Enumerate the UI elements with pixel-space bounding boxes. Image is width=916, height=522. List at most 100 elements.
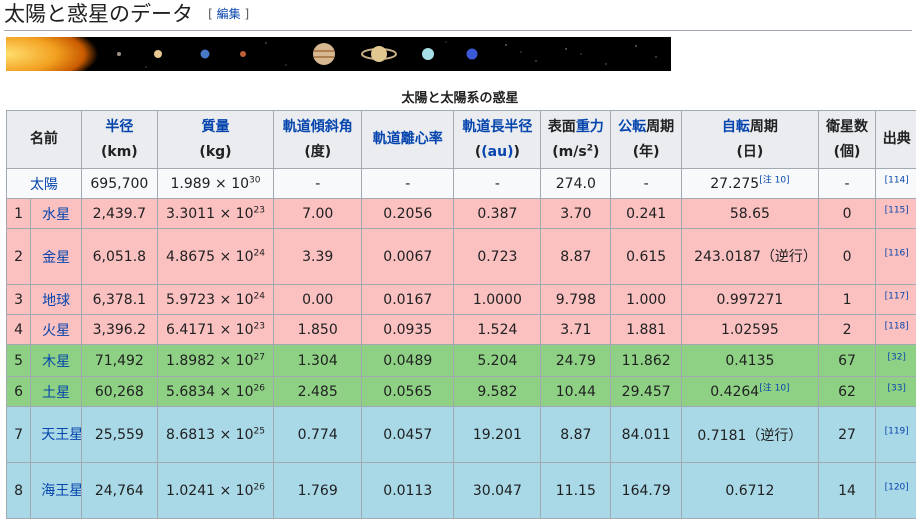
header-source[interactable]: 出典	[875, 110, 916, 169]
eccentricity-cell: 0.0489	[361, 344, 455, 377]
radius-cell: 71,492	[80, 344, 158, 377]
mass-exponent: 24	[253, 290, 265, 301]
semimajor-axis-link[interactable]: 軌道長半径	[458, 115, 536, 140]
planet-name-link[interactable]: 金星	[42, 250, 70, 266]
row-name-cell: 海王星	[30, 462, 82, 519]
table-row: 7 天王星 25,559 8.6813 × 1025 0.774 0.0457 …	[5, 406, 916, 463]
header-moons[interactable]: 衛星数 (個)	[817, 110, 877, 169]
planet-name-link[interactable]: 木星	[42, 354, 70, 370]
source-cell: [118]	[875, 314, 916, 345]
header-eccentricity[interactable]: 軌道離心率	[361, 110, 455, 169]
solar-system-illustration	[6, 37, 671, 71]
gravity-unit[interactable]: (m/s2)	[545, 140, 606, 165]
header-orbital-period[interactable]: 公転周期 (年)	[610, 110, 683, 169]
reference-link[interactable]: [115]	[885, 205, 909, 215]
header-semimajor-axis[interactable]: 軌道長半径 ((au))	[453, 110, 542, 169]
mass-link[interactable]: 質量	[162, 115, 269, 140]
radius-cell: 6,378.1	[80, 284, 158, 315]
reference-link[interactable]: [33]	[887, 383, 905, 393]
rotation-period-title: 自転周期	[686, 115, 814, 140]
semimajor-axis-cell: 5.204	[453, 344, 542, 377]
radius-link[interactable]: 半径	[86, 115, 153, 140]
uranus-icon	[422, 48, 434, 60]
orbital-period-cell: 0.241	[610, 198, 683, 229]
orbital-period-unit: (年)	[632, 143, 660, 160]
neptune-icon	[466, 48, 478, 60]
inclination-cell: 1.850	[273, 314, 363, 345]
reference-link[interactable]: [116]	[885, 248, 909, 258]
reference-link[interactable]: [119]	[885, 426, 909, 436]
inclination-cell: 1.769	[273, 462, 363, 519]
mass-exponent: 24	[253, 247, 265, 258]
planet-name-link[interactable]: 土星	[42, 385, 70, 401]
source-cell: [115]	[875, 198, 916, 229]
table-row: 5 木星 71,492 1.8982 × 1027 1.304 0.0489 5…	[5, 344, 916, 377]
source-cell: [33]	[875, 376, 916, 407]
reference-link[interactable]: [114]	[885, 175, 909, 185]
row-number: 3	[5, 284, 32, 315]
source-cell: [117]	[875, 284, 916, 315]
note-link[interactable]: [注 10]	[759, 383, 789, 393]
mass-cell: 6.4171 × 1023	[156, 314, 275, 345]
mass-cell: 4.8675 × 1024	[156, 228, 275, 285]
orbital-period-link[interactable]: 公転	[618, 119, 646, 135]
orbital-period-cell: 164.79	[610, 462, 683, 519]
orbital-period-cell: 1.000	[610, 284, 683, 315]
mass-cell: 8.6813 × 1025	[156, 406, 275, 463]
orbital-period-cell: -	[610, 168, 683, 199]
gravity-cell: 8.87	[540, 406, 612, 463]
reference-link[interactable]: [32]	[887, 352, 905, 362]
radius-cell: 25,559	[80, 406, 158, 463]
solar-system-image[interactable]	[6, 37, 671, 71]
row-name-cell: 火星	[30, 314, 82, 345]
mass-mantissa: 1.989 × 10	[170, 175, 250, 192]
moons-cell: 0	[817, 228, 877, 285]
gravity-link[interactable]: 重力	[576, 119, 604, 135]
header-name[interactable]: 名前	[6, 110, 82, 169]
row-name-cell: 太陽	[6, 168, 82, 199]
moons-cell: 0	[817, 198, 877, 229]
planet-name-link[interactable]: 水星	[42, 207, 70, 223]
orbital-period-cell: 0.615	[610, 228, 683, 285]
mass-exponent: 23	[253, 204, 265, 215]
rotation-period-cell: 0.7181（逆行）	[681, 406, 819, 463]
row-number: 6	[5, 376, 32, 407]
rotation-period-cell: 243.0187（逆行）	[681, 228, 819, 285]
planet-name-link[interactable]: 太陽	[30, 177, 58, 193]
rotation-value: 0.4264	[710, 383, 760, 400]
semimajor-axis-cell: 9.582	[453, 376, 542, 407]
semimajor-axis-unit: ((au))	[474, 143, 520, 160]
header-gravity[interactable]: 表面重力 (m/s2)	[540, 110, 612, 169]
header-rotation-period[interactable]: 自転周期 (日)	[681, 110, 819, 169]
reference-link[interactable]: [117]	[885, 291, 909, 301]
rotation-period-cell: 58.65	[681, 198, 819, 229]
reference-link[interactable]: [120]	[885, 482, 909, 492]
inclination-link[interactable]: 軌道傾斜角	[278, 115, 357, 140]
planet-name-link[interactable]: 天王星	[41, 427, 80, 443]
saturn-icon	[371, 46, 387, 62]
reference-link[interactable]: [118]	[885, 321, 909, 331]
inclination-cell: 3.39	[273, 228, 363, 285]
eccentricity-link[interactable]: 軌道離心率	[373, 131, 443, 147]
header-inclination[interactable]: 軌道傾斜角 (度)	[273, 110, 363, 169]
planet-name-link[interactable]: 海王星	[41, 483, 80, 499]
mass-cell: 5.6834 × 1026	[156, 376, 275, 407]
header-mass[interactable]: 質量 (kg)	[156, 110, 275, 169]
planet-name-link[interactable]: 火星	[42, 323, 70, 339]
inclination-unit: (度)	[304, 143, 332, 160]
rotation-period-label: 周期	[749, 118, 778, 135]
rotation-period-link[interactable]: 自転	[722, 119, 750, 135]
edit-link[interactable]: 編集	[217, 7, 241, 21]
note-link[interactable]: [注 10]	[759, 175, 789, 185]
semimajor-axis-cell: -	[453, 168, 542, 199]
mercury-icon	[117, 52, 121, 56]
au-link[interactable]: (au)	[481, 144, 513, 160]
inclination-cell: 1.304	[273, 344, 363, 377]
source-cell: [114]	[875, 168, 916, 199]
mars-icon	[240, 51, 246, 57]
source-cell: [116]	[875, 228, 916, 285]
orbital-period-cell: 29.457	[610, 376, 683, 407]
eccentricity-cell: 0.0935	[361, 314, 455, 345]
planet-name-link[interactable]: 地球	[42, 293, 70, 309]
header-radius[interactable]: 半径 (km)	[80, 110, 158, 169]
